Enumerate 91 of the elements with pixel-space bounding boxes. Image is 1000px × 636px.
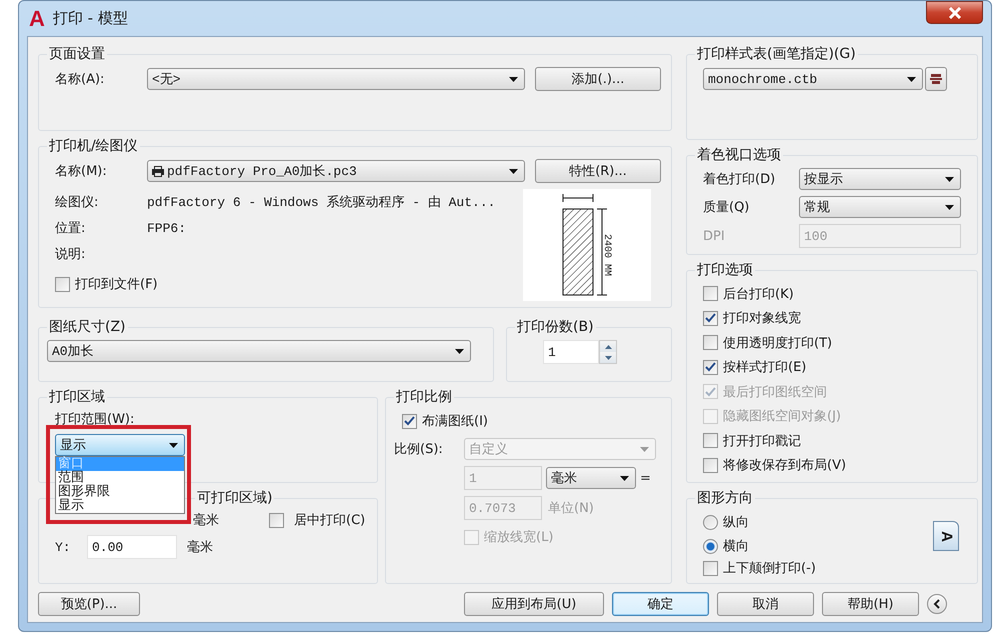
checkbox[interactable] xyxy=(703,286,718,302)
group-title: 可打印区域) xyxy=(196,489,274,507)
checkbox[interactable] xyxy=(703,560,718,576)
group-title: 打印区域 xyxy=(48,388,106,406)
group-title: 打印样式表(画笔指定)(G) xyxy=(696,45,857,63)
checkbox[interactable] xyxy=(703,310,718,326)
spinner[interactable] xyxy=(599,340,617,364)
preview-button[interactable]: 预览(P)... xyxy=(38,592,140,616)
checkbox-label: 后台打印(K) xyxy=(723,286,794,303)
checkbox-label: 居中打印(C) xyxy=(294,512,366,529)
collapse-button[interactable] xyxy=(927,594,947,614)
field-label: Y: xyxy=(55,540,72,554)
checkbox-label: 布满图纸(I) xyxy=(422,413,488,430)
y-offset-field[interactable]: 0.00 xyxy=(87,535,177,559)
checkbox[interactable] xyxy=(703,360,718,375)
close-icon xyxy=(948,6,962,18)
checkbox-label: 打开打印戳记 xyxy=(723,432,801,450)
dialog-button[interactable]: 应用到布局(U) xyxy=(464,592,604,616)
radio-label: 横向 xyxy=(723,538,749,555)
group-title: 打印选项 xyxy=(696,261,754,279)
plot-range-dropdown[interactable]: 显示 xyxy=(55,434,185,456)
app-logo: A xyxy=(29,6,45,32)
checkbox-label: 按样式打印(E) xyxy=(723,359,806,376)
caret-icon xyxy=(945,204,954,210)
checkbox-label: 打印对象线宽 xyxy=(723,310,801,328)
edit-style-button[interactable] xyxy=(925,67,947,91)
unit-label: 毫米 xyxy=(193,512,219,529)
shading-dropdown[interactable]: 常规 xyxy=(799,196,961,218)
group-title: 打印机/绘图仪 xyxy=(48,137,139,155)
checkbox-label: 缩放线宽(L) xyxy=(484,529,554,546)
shading-dropdown[interactable]: 按显示 xyxy=(799,168,961,190)
group-title: 打印份数(B) xyxy=(516,318,595,336)
printer-icon xyxy=(152,165,164,177)
chevron-left-icon xyxy=(933,599,941,609)
field-label: 质量(Q) xyxy=(703,199,750,216)
checkbox-label: 上下颠倒打印(-) xyxy=(723,560,816,577)
add-button[interactable]: 添加(.)... xyxy=(535,67,661,91)
checkbox-label: 将修改保存到布局(V) xyxy=(723,457,846,474)
unit-label: 单位(N) xyxy=(548,500,594,517)
dialog-button[interactable]: 确定 xyxy=(612,592,709,616)
info-label: 位置: xyxy=(55,220,86,237)
caret-icon xyxy=(169,442,178,448)
info-value: pdfFactory 6 - Windows 系统驱动程序 - 由 Aut... xyxy=(147,194,496,211)
checkbox[interactable] xyxy=(269,512,284,528)
group-title: 图形方向 xyxy=(696,489,754,507)
radio-label: 纵向 xyxy=(723,514,749,531)
checkbox[interactable] xyxy=(703,458,718,473)
caret-icon xyxy=(620,476,629,480)
caret-icon xyxy=(509,168,518,174)
unit-label: 毫米 xyxy=(187,539,213,556)
checkbox-label: 打印到文件(F) xyxy=(75,276,158,293)
info-label: 绘图仪: xyxy=(55,194,100,211)
dialog-button[interactable]: 帮助(H) xyxy=(822,592,919,616)
field-label: 名称(M): xyxy=(55,163,108,180)
field-label: 名称(A): xyxy=(55,71,106,88)
pen-table-icon xyxy=(929,72,943,86)
caret-icon xyxy=(907,76,916,82)
paper-size-dropdown[interactable]: A0加长 xyxy=(47,340,471,362)
caret-icon xyxy=(640,446,649,452)
caret-icon xyxy=(455,348,464,354)
printer-dropdown[interactable]: pdfFactory Pro_A0加长.pc3 xyxy=(147,160,525,182)
group-title: 页面设置 xyxy=(48,45,106,63)
equals-sign: = xyxy=(640,470,651,486)
close-button[interactable] xyxy=(926,1,983,24)
field-label: 打印范围(W): xyxy=(55,411,136,428)
field-label: DPI xyxy=(703,228,726,244)
page-orientation-icon: A xyxy=(933,521,959,551)
checkbox[interactable] xyxy=(55,276,70,292)
plot-style-dropdown[interactable]: monochrome.ctb xyxy=(703,68,923,90)
checkbox-label: 隐藏图纸空间对象(J) xyxy=(723,408,841,426)
caret-icon xyxy=(945,176,954,182)
dimension-label: 2400 MM xyxy=(601,234,612,276)
page-setup-dropdown[interactable]: <无> xyxy=(147,68,525,90)
properties-button[interactable]: 特性(R)... xyxy=(535,159,661,183)
copies-field[interactable]: 1 xyxy=(543,340,599,364)
checkbox[interactable] xyxy=(703,335,718,350)
group-title: 着色视口选项 xyxy=(696,146,782,164)
field-label: 着色打印(D) xyxy=(703,171,776,188)
radio-button[interactable] xyxy=(703,538,718,554)
info-label: 说明: xyxy=(55,246,86,263)
checkbox-label: 使用透明度打印(T) xyxy=(723,334,832,352)
checkbox[interactable] xyxy=(703,433,718,448)
info-value: FPP6: xyxy=(147,220,186,236)
dialog-button[interactable]: 取消 xyxy=(717,592,814,616)
group-title: 图纸尺寸(Z) xyxy=(48,318,127,336)
checkbox-label: 最后打印图纸空间 xyxy=(723,384,827,401)
window-title: 打印 - 模型 xyxy=(52,9,128,28)
group-title: 打印比例 xyxy=(395,388,453,406)
radio-button[interactable] xyxy=(703,514,718,530)
caret-icon xyxy=(509,76,518,82)
field-label: 比例(S): xyxy=(394,441,444,458)
